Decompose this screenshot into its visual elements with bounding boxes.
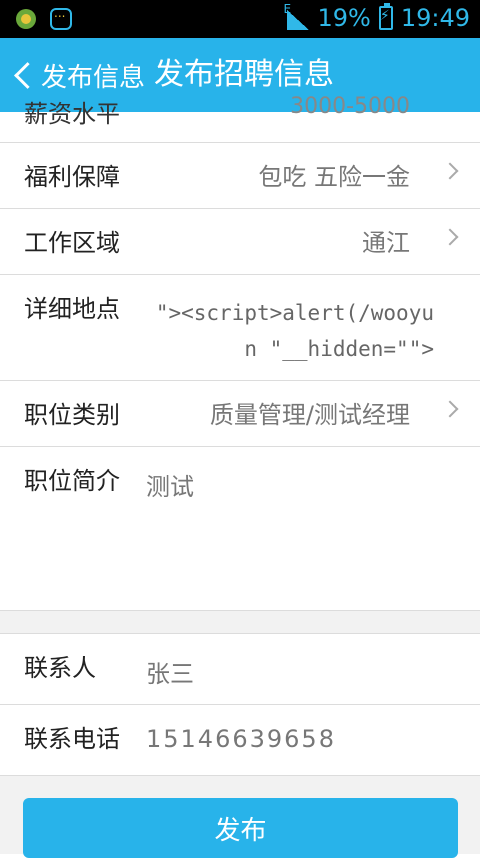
button-area: 发布 — [0, 776, 480, 858]
form-list: 薪资水平 3000-5000 福利保障 包吃 五险一金 工作区域 通江 详细地点… — [0, 94, 480, 776]
chevron-right-icon — [441, 400, 459, 418]
chevron-left-icon — [14, 61, 41, 89]
area-value: 通江 — [362, 229, 410, 257]
chevron-right-icon — [441, 228, 459, 246]
welfare-value: 包吃 五险一金 — [258, 163, 410, 191]
salary-value: 3000-5000 — [290, 94, 410, 119]
category-value: 质量管理/测试经理 — [209, 401, 410, 429]
address-row[interactable]: 详细地点 "><script>alert(/wooyun "__hidden="… — [0, 275, 480, 381]
area-row[interactable]: 工作区域 通江 — [0, 209, 480, 275]
publish-button[interactable]: 发布 — [23, 798, 458, 858]
chevron-right-icon — [441, 162, 459, 180]
phone-label: 联系电话 — [24, 725, 120, 753]
address-label: 详细地点 — [24, 295, 120, 323]
category-label: 职位类别 — [24, 401, 120, 429]
salary-row[interactable]: 薪资水平 3000-5000 — [0, 94, 480, 143]
chat-notification-icon — [50, 6, 72, 30]
intro-row[interactable]: 职位简介 测试 — [0, 447, 480, 611]
section-divider — [0, 611, 480, 634]
address-input[interactable]: "><script>alert(/wooyun "__hidden=""> — [146, 295, 434, 367]
category-row[interactable]: 职位类别 质量管理/测试经理 — [0, 381, 480, 447]
clock: 19:49 — [400, 4, 470, 32]
phone-row[interactable]: 联系电话 15146639658 — [0, 705, 480, 776]
contact-row[interactable]: 联系人 张三 — [0, 634, 480, 705]
back-label: 发布信息 — [41, 62, 146, 93]
area-label: 工作区域 — [24, 229, 120, 257]
app-notification-icon — [16, 9, 36, 29]
intro-input[interactable]: 测试 — [146, 467, 194, 502]
intro-label: 职位简介 — [24, 467, 120, 495]
battery-charging-icon — [378, 3, 393, 30]
page-title: 发布招聘信息 — [154, 57, 334, 92]
welfare-row[interactable]: 福利保障 包吃 五险一金 — [0, 143, 480, 209]
contact-label: 联系人 — [24, 654, 96, 682]
salary-label: 薪资水平 — [24, 100, 120, 128]
contact-input[interactable]: 张三 — [146, 654, 194, 689]
signal-icon: E — [283, 2, 310, 32]
status-bar: E 19% 19:49 — [0, 0, 480, 38]
phone-input[interactable]: 15146639658 — [146, 725, 336, 753]
battery-percent: 19% — [317, 4, 371, 32]
welfare-label: 福利保障 — [24, 163, 120, 191]
back-button[interactable]: 发布信息 — [10, 52, 145, 98]
